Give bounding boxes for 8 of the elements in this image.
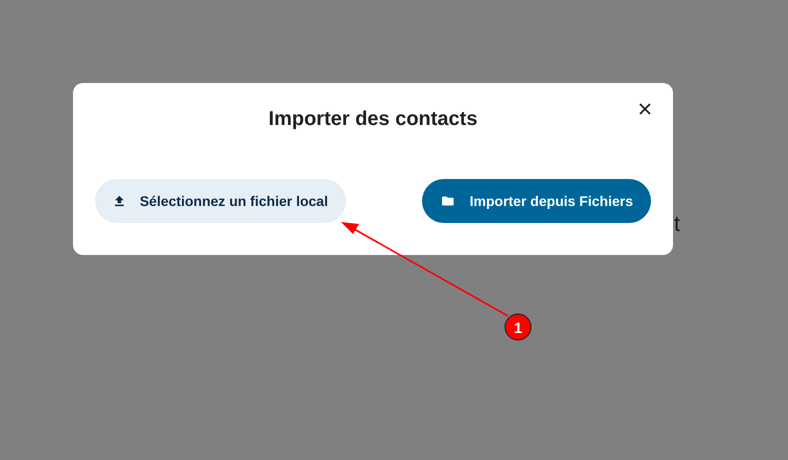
upload-icon: [115, 194, 124, 208]
close-icon[interactable]: [639, 103, 651, 115]
folder-icon: [442, 194, 454, 208]
annotation-marker: 1: [504, 314, 532, 340]
dialog-title: Importer des contacts: [268, 108, 478, 132]
import-button[interactable]: Importer depuis Fichiers: [422, 179, 651, 223]
background-text: t: [674, 211, 680, 237]
select-file-button[interactable]: Sélectionnez un fichier local: [95, 179, 346, 223]
